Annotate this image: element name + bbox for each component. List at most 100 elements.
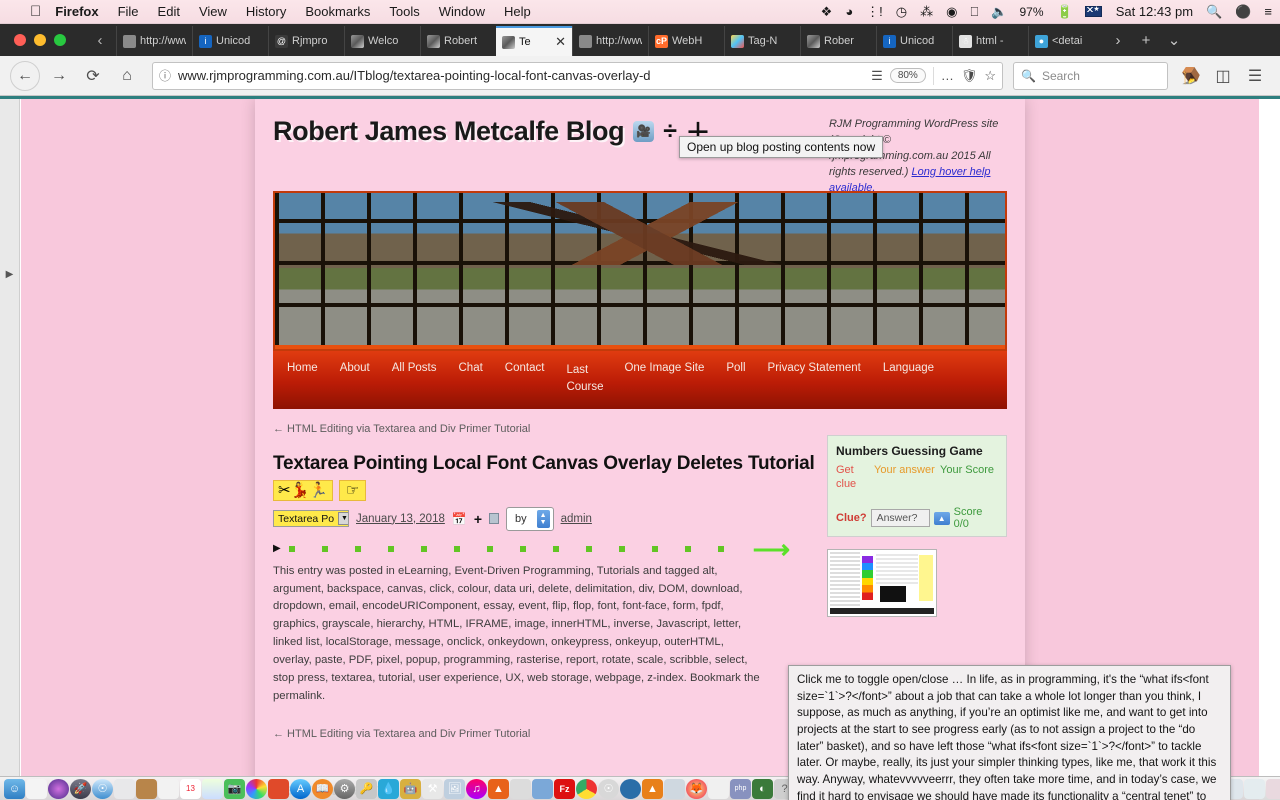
page-info-icon[interactable]: ⓘ <box>159 67 171 84</box>
divide-icon[interactable]: ÷ <box>663 117 677 146</box>
nav-item-contact[interactable]: Contact <box>505 362 545 380</box>
menu-help[interactable]: Help <box>504 4 531 19</box>
bluetooth-icon[interactable]: ⁂ <box>920 4 933 20</box>
clue-button[interactable]: Clue? <box>836 512 867 524</box>
tab-textarea-active[interactable]: Te ✕ <box>496 26 572 56</box>
reload-button[interactable]: ⟳ <box>78 61 108 91</box>
notification-center-icon[interactable]: ≡ <box>1264 4 1272 19</box>
scroll-indicator-icon[interactable]: ▶ <box>0 269 19 280</box>
dot-marker[interactable] <box>486 545 493 552</box>
tab-robert-1[interactable]: Robert <box>420 26 496 56</box>
dot-marker[interactable] <box>552 545 559 552</box>
author-link[interactable]: admin <box>561 513 592 525</box>
star-icon[interactable]: ☆ <box>984 68 996 84</box>
nav-item-chat[interactable]: Chat <box>459 362 483 380</box>
itunes-icon[interactable]: ♫ <box>466 778 487 799</box>
stepper-icon[interactable]: ▲ ▼ <box>536 509 550 528</box>
dot-marker[interactable] <box>717 545 724 552</box>
photoshop-icon[interactable] <box>510 778 531 799</box>
answer-input[interactable]: Answer? <box>870 509 930 528</box>
printer-icon[interactable] <box>532 778 553 799</box>
wifi-icon[interactable]: ◉ <box>946 4 957 20</box>
automator-icon[interactable]: 🤖 <box>400 778 421 799</box>
dot-marker[interactable] <box>684 545 691 552</box>
dot-marker[interactable] <box>618 545 625 552</box>
tabs-scroll-left-button[interactable]: ‹ <box>84 24 116 56</box>
library-icon[interactable]: 🪤 <box>1176 61 1206 91</box>
apple-logo-icon[interactable]:  <box>30 4 41 19</box>
url-bar[interactable]: ⓘ www.rjmprogramming.com.au/ITblog/texta… <box>152 61 1003 90</box>
play-triangle-icon[interactable]: ▶ <box>273 543 281 554</box>
tab-unicode-1[interactable]: i Unicod <box>192 26 268 56</box>
php-icon[interactable]: php <box>730 778 751 799</box>
battery-percent[interactable]: 97% <box>1019 5 1043 19</box>
post-thumbnail-image[interactable] <box>827 549 937 618</box>
system-preferences-icon[interactable]: ⚙ <box>334 778 355 799</box>
preview-icon[interactable]: 🖼 <box>444 778 465 799</box>
menu-edit[interactable]: Edit <box>158 4 180 19</box>
contacts-icon[interactable] <box>114 778 135 799</box>
dot-marker[interactable] <box>354 545 361 552</box>
menu-firefox[interactable]: Firefox <box>55 4 98 19</box>
calendar-icon[interactable]: 📅 <box>452 512 467 526</box>
launchpad-icon[interactable]: 🚀 <box>70 778 91 799</box>
android-studio-icon[interactable]: ◐ <box>752 778 773 799</box>
menu-window[interactable]: Window <box>439 4 485 19</box>
airplay-audio-icon[interactable]: ◕ <box>845 4 853 19</box>
pointing-hand-icon[interactable]: ☞ <box>338 479 367 501</box>
calendar-icon[interactable]: 13 <box>180 778 201 799</box>
charging-battery-icon[interactable]: 🔋 <box>1057 4 1073 20</box>
siri-icon[interactable] <box>48 778 69 799</box>
photos-icon[interactable] <box>202 778 223 799</box>
safari-icon[interactable]: ☉ <box>92 778 113 799</box>
vlc-icon[interactable]: ▲ <box>642 778 663 799</box>
tab-details[interactable]: ● <detai <box>1028 26 1104 56</box>
pages-icon[interactable] <box>26 778 47 799</box>
facetime-icon[interactable]: 📷 <box>224 778 245 799</box>
firefox-icon[interactable]: 🦊 <box>686 778 707 799</box>
nav-item-one-image-site[interactable]: One Image Site <box>624 362 704 380</box>
tab-tag-n[interactable]: Tag-N <box>724 26 800 56</box>
menu-history[interactable]: History <box>246 4 286 19</box>
paintbucket-icon[interactable]: 💧 <box>378 778 399 799</box>
back-button[interactable]: ← <box>10 60 40 91</box>
forward-button[interactable]: → <box>44 61 74 91</box>
dot-marker[interactable] <box>585 545 592 552</box>
add-icon[interactable]: + <box>474 511 482 527</box>
home-button[interactable]: ⌂ <box>112 61 142 91</box>
keyboard-brightness-icon[interactable]: ⋮! <box>866 4 883 20</box>
nav-item-privacy-statement[interactable]: Privacy Statement <box>768 362 861 380</box>
reminders-icon[interactable] <box>158 778 179 799</box>
page-title[interactable]: Robert James Metcalfe Blog <box>273 116 625 147</box>
chrome-icon[interactable] <box>576 778 597 799</box>
finder-icon[interactable]: ☺ <box>4 778 25 799</box>
notepad-icon[interactable] <box>708 778 729 799</box>
dot-marker[interactable] <box>321 545 328 552</box>
tab-webhost[interactable]: cP WebH <box>648 26 724 56</box>
previous-post-link-top[interactable]: ← HTML Editing via Textarea and Div Prim… <box>273 423 1007 435</box>
colorwheel-icon[interactable] <box>246 778 267 799</box>
tab-welcome[interactable]: Welco <box>344 26 420 56</box>
browser-window-3-icon[interactable] <box>1244 778 1265 799</box>
dot-marker[interactable] <box>420 545 427 552</box>
chevron-down-icon[interactable]: ▼ <box>338 512 348 526</box>
ibooks-icon[interactable]: 📖 <box>312 778 333 799</box>
author-select[interactable]: by ▲ ▼ <box>506 506 554 531</box>
dropbox-icon[interactable]: ❖ <box>821 4 833 20</box>
tracking-protection-icon[interactable]: 🛡 <box>961 68 978 84</box>
appstore-icon[interactable]: A <box>290 778 311 799</box>
timemachine-icon[interactable]: ◷ <box>896 4 907 20</box>
xcode-icon[interactable]: ⚒ <box>422 778 443 799</box>
post-date-link[interactable]: January 13, 2018 <box>356 513 445 525</box>
search-input[interactable]: 🔍 Search <box>1013 61 1168 90</box>
nav-item-last-course[interactable]: Last Course <box>566 362 603 403</box>
long-hover-popup[interactable]: Click me to toggle open/close … In life,… <box>788 665 1231 800</box>
box-icon[interactable] <box>664 778 685 799</box>
dot-marker[interactable] <box>387 545 394 552</box>
dot-marker[interactable] <box>651 545 658 552</box>
box-icon[interactable] <box>489 513 500 525</box>
page-actions-icon[interactable]: … <box>941 68 954 83</box>
tab-html[interactable]: ☃ html - <box>952 26 1028 56</box>
australian-flag-icon[interactable] <box>1084 5 1102 17</box>
siri-icon[interactable]: ⚫ <box>1235 4 1251 20</box>
